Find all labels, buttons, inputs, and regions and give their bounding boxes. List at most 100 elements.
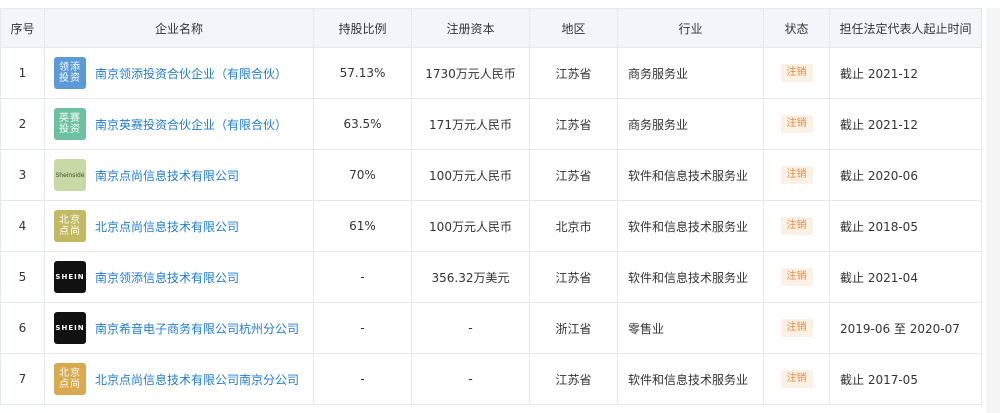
industry: 软件和信息技术服务业 [617,149,764,201]
header-capital: 注册资本 [411,8,530,48]
status-badge: 注销 [780,64,813,82]
company-logo[interactable]: 北京 点尚 [54,363,86,395]
company-logo-text: 英赛 投资 [59,113,81,135]
company-name-link[interactable]: 南京领添信息技术有限公司 [95,269,239,286]
holding-ratio: - [313,302,412,354]
tenure-period: 截止 2021-12 [829,98,982,150]
holding-ratio: 70% [313,149,412,201]
company-cell: 北京 点尚 北京点尚信息技术有限公司 [44,200,314,252]
status-cell: 注销 [763,200,830,252]
holding-ratio: 57.13% [313,47,412,99]
company-logo[interactable]: SHEIN [54,261,86,293]
tenure-period: 截止 2018-05 [829,200,982,252]
industry: 软件和信息技术服务业 [617,251,764,303]
company-name-link[interactable]: 南京英赛投资合伙企业（有限合伙） [95,116,287,133]
status-badge: 注销 [780,319,813,337]
company-cell: 北京 点尚 北京点尚信息技术有限公司南京分公司 [44,353,314,405]
table-row: 2 英赛 投资 南京英赛投资合伙企业（有限合伙） 63.5% 171万元人民币 江… [0,98,982,150]
region: 江苏省 [529,251,618,303]
tenure-period: 2019-06 至 2020-07 [829,302,982,354]
header-region: 地区 [529,8,618,48]
registered-capital: 171万元人民币 [411,98,530,150]
company-name-link[interactable]: 南京领添投资合伙企业（有限合伙） [95,65,287,82]
company-logo[interactable]: Sheinside [54,159,86,191]
status-cell: 注销 [763,47,830,99]
row-index: 1 [0,47,45,99]
registered-capital: 356.32万美元 [411,251,530,303]
company-cell: 领添 投资 南京领添投资合伙企业（有限合伙） [44,47,314,99]
status-cell: 注销 [763,302,830,354]
status-badge: 注销 [780,166,813,184]
region: 江苏省 [529,98,618,150]
table-row: 1 领添 投资 南京领添投资合伙企业（有限合伙） 57.13% 1730万元人民币… [0,47,982,99]
table-header-row: 序号 企业名称 持股比例 注册资本 地区 行业 状态 担任法定代表人起止时间 [0,8,982,48]
table-row: 6 SHEIN 南京希音电子商务有限公司杭州分公司 - - 浙江省 零售业 注销… [0,302,982,354]
tenure-period: 截止 2021-04 [829,251,982,303]
holding-ratio: - [313,251,412,303]
header-status: 状态 [763,8,830,48]
status-badge: 注销 [780,268,813,286]
row-index: 7 [0,353,45,405]
status-cell: 注销 [763,353,830,405]
industry: 商务服务业 [617,98,764,150]
company-cell: Sheinside 南京点尚信息技术有限公司 [44,149,314,201]
industry: 商务服务业 [617,47,764,99]
status-badge: 注销 [780,370,813,388]
row-index: 2 [0,98,45,150]
industry: 软件和信息技术服务业 [617,353,764,405]
status-badge: 注销 [780,115,813,133]
tenure-period: 截止 2020-06 [829,149,982,201]
industry: 软件和信息技术服务业 [617,200,764,252]
company-cell: SHEIN 南京领添信息技术有限公司 [44,251,314,303]
header-company: 企业名称 [44,8,314,48]
company-logo[interactable]: 英赛 投资 [54,108,86,140]
company-cell: 英赛 投资 南京英赛投资合伙企业（有限合伙） [44,98,314,150]
header-industry: 行业 [617,8,764,48]
tenure-period: 截止 2021-12 [829,47,982,99]
row-index: 4 [0,200,45,252]
status-cell: 注销 [763,251,830,303]
header-index: 序号 [0,8,45,48]
registered-capital: - [411,302,530,354]
status-cell: 注销 [763,149,830,201]
registered-capital: 100万元人民币 [411,200,530,252]
table-row: 7 北京 点尚 北京点尚信息技术有限公司南京分公司 - - 江苏省 软件和信息技术… [0,353,982,405]
holding-ratio: 61% [313,200,412,252]
company-logo-text: 北京 点尚 [59,215,81,237]
company-table: 序号 企业名称 持股比例 注册资本 地区 行业 状态 担任法定代表人起止时间 1… [0,8,982,405]
company-logo-text: SHEIN [55,323,85,332]
company-cell: SHEIN 南京希音电子商务有限公司杭州分公司 [44,302,314,354]
holding-ratio: 63.5% [313,98,412,150]
company-name-link[interactable]: 南京希音电子商务有限公司杭州分公司 [95,320,299,337]
registered-capital: 1730万元人民币 [411,47,530,99]
company-logo-text: SHEIN [55,272,85,281]
row-index: 3 [0,149,45,201]
company-name-link[interactable]: 北京点尚信息技术有限公司南京分公司 [95,371,299,388]
region: 江苏省 [529,353,618,405]
region: 浙江省 [529,302,618,354]
company-logo[interactable]: SHEIN [54,312,86,344]
company-logo[interactable]: 领添 投资 [54,57,86,89]
header-ratio: 持股比例 [313,8,412,48]
row-index: 5 [0,251,45,303]
table-row: 5 SHEIN 南京领添信息技术有限公司 - 356.32万美元 江苏省 软件和… [0,251,982,303]
company-logo[interactable]: 北京 点尚 [54,210,86,242]
tenure-period: 截止 2017-05 [829,353,982,405]
company-name-link[interactable]: 北京点尚信息技术有限公司 [95,218,239,235]
region: 北京市 [529,200,618,252]
company-logo-text: 领添 投资 [59,62,81,84]
company-logo-text: 北京 点尚 [59,368,81,390]
region: 江苏省 [529,149,618,201]
holding-ratio: - [313,353,412,405]
registered-capital: 100万元人民币 [411,149,530,201]
company-name-link[interactable]: 南京点尚信息技术有限公司 [95,167,239,184]
table-row: 3 Sheinside 南京点尚信息技术有限公司 70% 100万元人民币 江苏… [0,149,982,201]
vertical-scrollbar[interactable] [986,8,1000,413]
status-cell: 注销 [763,98,830,150]
registered-capital: - [411,353,530,405]
industry: 零售业 [617,302,764,354]
table-row: 4 北京 点尚 北京点尚信息技术有限公司 61% 100万元人民币 北京市 软件和… [0,200,982,252]
region: 江苏省 [529,47,618,99]
header-tenure: 担任法定代表人起止时间 [829,8,982,48]
status-badge: 注销 [780,217,813,235]
